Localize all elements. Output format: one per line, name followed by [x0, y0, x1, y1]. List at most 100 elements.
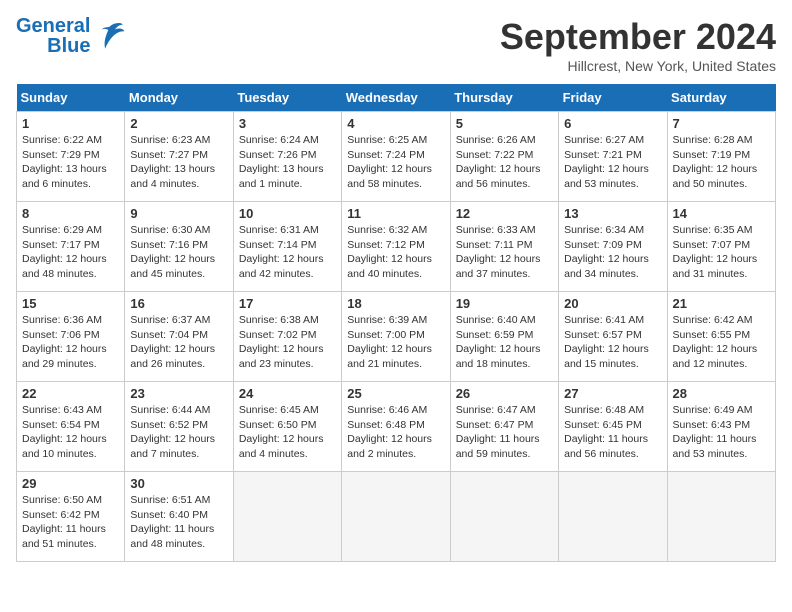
calendar-cell: 25 Sunrise: 6:46 AM Sunset: 6:48 PM Dayl…	[342, 382, 450, 472]
day-number: 28	[673, 386, 770, 401]
cell-content: Sunrise: 6:50 AM Sunset: 6:42 PM Dayligh…	[22, 493, 119, 552]
calendar-cell: 13 Sunrise: 6:34 AM Sunset: 7:09 PM Dayl…	[559, 202, 667, 292]
calendar-cell	[342, 472, 450, 562]
day-number: 29	[22, 476, 119, 491]
sunset-label: Sunset: 7:06 PM	[22, 329, 100, 341]
cell-content: Sunrise: 6:33 AM Sunset: 7:11 PM Dayligh…	[456, 223, 553, 282]
calendar-week-row: 8 Sunrise: 6:29 AM Sunset: 7:17 PM Dayli…	[17, 202, 776, 292]
cell-content: Sunrise: 6:32 AM Sunset: 7:12 PM Dayligh…	[347, 223, 444, 282]
sunrise-label: Sunrise: 6:23 AM	[130, 134, 210, 146]
sunset-label: Sunset: 7:19 PM	[673, 149, 751, 161]
cell-content: Sunrise: 6:28 AM Sunset: 7:19 PM Dayligh…	[673, 133, 770, 192]
sunrise-label: Sunrise: 6:33 AM	[456, 224, 536, 236]
daylight-label: Daylight: 12 hours and 40 minutes.	[347, 253, 432, 280]
day-number: 22	[22, 386, 119, 401]
cell-content: Sunrise: 6:22 AM Sunset: 7:29 PM Dayligh…	[22, 133, 119, 192]
cell-content: Sunrise: 6:46 AM Sunset: 6:48 PM Dayligh…	[347, 403, 444, 462]
sunrise-label: Sunrise: 6:49 AM	[673, 404, 753, 416]
calendar-cell: 15 Sunrise: 6:36 AM Sunset: 7:06 PM Dayl…	[17, 292, 125, 382]
cell-content: Sunrise: 6:30 AM Sunset: 7:16 PM Dayligh…	[130, 223, 227, 282]
day-number: 18	[347, 296, 444, 311]
day-number: 25	[347, 386, 444, 401]
daylight-label: Daylight: 12 hours and 48 minutes.	[22, 253, 107, 280]
day-number: 13	[564, 206, 661, 221]
sunrise-label: Sunrise: 6:44 AM	[130, 404, 210, 416]
daylight-label: Daylight: 11 hours and 48 minutes.	[130, 523, 214, 550]
daylight-label: Daylight: 13 hours and 4 minutes.	[130, 163, 215, 190]
sunset-label: Sunset: 7:29 PM	[22, 149, 100, 161]
month-title: September 2024	[500, 16, 776, 58]
sunrise-label: Sunrise: 6:48 AM	[564, 404, 644, 416]
calendar-week-row: 15 Sunrise: 6:36 AM Sunset: 7:06 PM Dayl…	[17, 292, 776, 382]
calendar-week-row: 1 Sunrise: 6:22 AM Sunset: 7:29 PM Dayli…	[17, 112, 776, 202]
cell-content: Sunrise: 6:42 AM Sunset: 6:55 PM Dayligh…	[673, 313, 770, 372]
cell-content: Sunrise: 6:36 AM Sunset: 7:06 PM Dayligh…	[22, 313, 119, 372]
sunrise-label: Sunrise: 6:22 AM	[22, 134, 102, 146]
logo-blue: Blue	[47, 36, 90, 56]
daylight-label: Daylight: 11 hours and 59 minutes.	[456, 433, 540, 460]
sunset-label: Sunset: 6:57 PM	[564, 329, 642, 341]
header-thursday: Thursday	[450, 84, 558, 112]
calendar-cell: 4 Sunrise: 6:25 AM Sunset: 7:24 PM Dayli…	[342, 112, 450, 202]
header-friday: Friday	[559, 84, 667, 112]
calendar-cell: 30 Sunrise: 6:51 AM Sunset: 6:40 PM Dayl…	[125, 472, 233, 562]
header-saturday: Saturday	[667, 84, 775, 112]
cell-content: Sunrise: 6:37 AM Sunset: 7:04 PM Dayligh…	[130, 313, 227, 372]
sunrise-label: Sunrise: 6:28 AM	[673, 134, 753, 146]
daylight-label: Daylight: 12 hours and 37 minutes.	[456, 253, 541, 280]
header-monday: Monday	[125, 84, 233, 112]
sunrise-label: Sunrise: 6:46 AM	[347, 404, 427, 416]
cell-content: Sunrise: 6:27 AM Sunset: 7:21 PM Dayligh…	[564, 133, 661, 192]
day-number: 17	[239, 296, 336, 311]
sunset-label: Sunset: 7:09 PM	[564, 239, 642, 251]
calendar-cell: 5 Sunrise: 6:26 AM Sunset: 7:22 PM Dayli…	[450, 112, 558, 202]
day-number: 14	[673, 206, 770, 221]
daylight-label: Daylight: 12 hours and 58 minutes.	[347, 163, 432, 190]
calendar-cell: 9 Sunrise: 6:30 AM Sunset: 7:16 PM Dayli…	[125, 202, 233, 292]
cell-content: Sunrise: 6:41 AM Sunset: 6:57 PM Dayligh…	[564, 313, 661, 372]
day-number: 26	[456, 386, 553, 401]
calendar-cell: 28 Sunrise: 6:49 AM Sunset: 6:43 PM Dayl…	[667, 382, 775, 472]
sunset-label: Sunset: 7:27 PM	[130, 149, 208, 161]
sunset-label: Sunset: 7:02 PM	[239, 329, 317, 341]
cell-content: Sunrise: 6:44 AM Sunset: 6:52 PM Dayligh…	[130, 403, 227, 462]
sunrise-label: Sunrise: 6:37 AM	[130, 314, 210, 326]
sunrise-label: Sunrise: 6:45 AM	[239, 404, 319, 416]
sunset-label: Sunset: 6:40 PM	[130, 509, 208, 521]
location: Hillcrest, New York, United States	[500, 58, 776, 74]
sunset-label: Sunset: 7:04 PM	[130, 329, 208, 341]
calendar-cell: 22 Sunrise: 6:43 AM Sunset: 6:54 PM Dayl…	[17, 382, 125, 472]
daylight-label: Daylight: 12 hours and 53 minutes.	[564, 163, 649, 190]
sunrise-label: Sunrise: 6:39 AM	[347, 314, 427, 326]
sunrise-label: Sunrise: 6:42 AM	[673, 314, 753, 326]
sunrise-label: Sunrise: 6:51 AM	[130, 494, 210, 506]
cell-content: Sunrise: 6:43 AM Sunset: 6:54 PM Dayligh…	[22, 403, 119, 462]
daylight-label: Daylight: 13 hours and 6 minutes.	[22, 163, 107, 190]
calendar-cell: 20 Sunrise: 6:41 AM Sunset: 6:57 PM Dayl…	[559, 292, 667, 382]
daylight-label: Daylight: 11 hours and 56 minutes.	[564, 433, 648, 460]
calendar-cell	[667, 472, 775, 562]
logo-bird-icon	[94, 20, 126, 52]
calendar-cell: 19 Sunrise: 6:40 AM Sunset: 6:59 PM Dayl…	[450, 292, 558, 382]
daylight-label: Daylight: 12 hours and 45 minutes.	[130, 253, 215, 280]
sunset-label: Sunset: 7:12 PM	[347, 239, 425, 251]
sunrise-label: Sunrise: 6:38 AM	[239, 314, 319, 326]
calendar-cell: 2 Sunrise: 6:23 AM Sunset: 7:27 PM Dayli…	[125, 112, 233, 202]
cell-content: Sunrise: 6:47 AM Sunset: 6:47 PM Dayligh…	[456, 403, 553, 462]
title-section: September 2024 Hillcrest, New York, Unit…	[500, 16, 776, 74]
sunset-label: Sunset: 6:54 PM	[22, 419, 100, 431]
cell-content: Sunrise: 6:40 AM Sunset: 6:59 PM Dayligh…	[456, 313, 553, 372]
sunrise-label: Sunrise: 6:36 AM	[22, 314, 102, 326]
sunrise-label: Sunrise: 6:40 AM	[456, 314, 536, 326]
daylight-label: Daylight: 12 hours and 4 minutes.	[239, 433, 324, 460]
header-sunday: Sunday	[17, 84, 125, 112]
day-number: 8	[22, 206, 119, 221]
calendar-cell: 21 Sunrise: 6:42 AM Sunset: 6:55 PM Dayl…	[667, 292, 775, 382]
day-number: 16	[130, 296, 227, 311]
daylight-label: Daylight: 12 hours and 18 minutes.	[456, 343, 541, 370]
cell-content: Sunrise: 6:51 AM Sunset: 6:40 PM Dayligh…	[130, 493, 227, 552]
sunset-label: Sunset: 6:45 PM	[564, 419, 642, 431]
calendar-table: SundayMondayTuesdayWednesdayThursdayFrid…	[16, 84, 776, 562]
daylight-label: Daylight: 12 hours and 26 minutes.	[130, 343, 215, 370]
sunrise-label: Sunrise: 6:26 AM	[456, 134, 536, 146]
